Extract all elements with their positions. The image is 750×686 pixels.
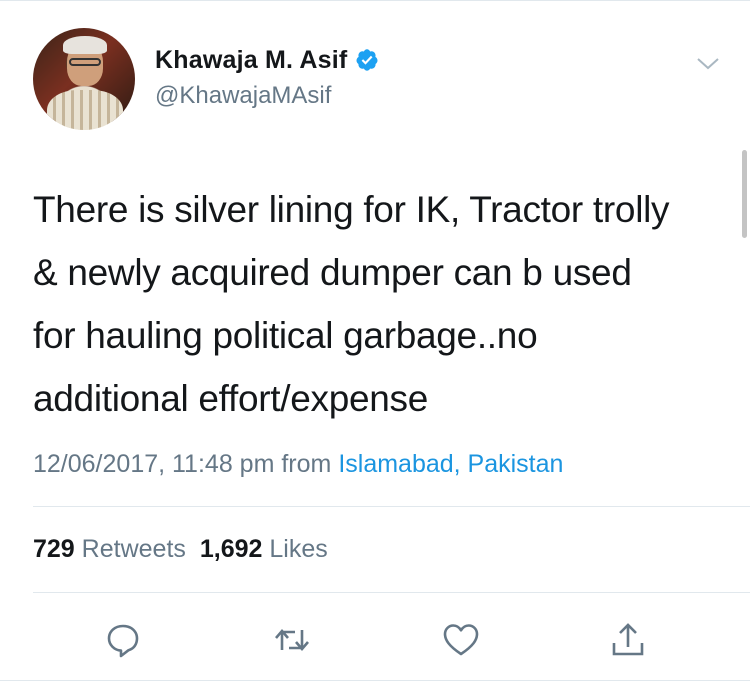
scrollbar[interactable] — [742, 150, 747, 238]
likes-count: 1,692 — [199, 535, 263, 563]
avatar-glasses — [69, 58, 101, 66]
from-label: from — [281, 450, 332, 478]
divider — [33, 506, 750, 507]
retweets-count: 729 — [33, 535, 75, 563]
location-link[interactable]: Islamabad, Pakistan — [338, 450, 563, 478]
tweet-text-line: for hauling political garbage..no — [33, 315, 538, 356]
retweets-label: Retweets — [81, 535, 186, 563]
reply-icon[interactable] — [103, 620, 143, 660]
name-row: Khawaja M. Asif — [155, 45, 379, 75]
likes-label: Likes — [269, 535, 328, 563]
bottom-border — [0, 680, 750, 681]
tweet-text-line: There is silver lining for IK, Tractor t… — [33, 189, 670, 230]
divider — [33, 592, 750, 593]
likes-stat[interactable]: 1,692 Likes — [200, 535, 328, 563]
retweets-stat[interactable]: 729 Retweets — [33, 535, 186, 563]
avatar[interactable] — [33, 28, 135, 130]
display-name[interactable]: Khawaja M. Asif — [155, 46, 347, 75]
tweet-text-line: additional effort/expense — [33, 378, 429, 419]
top-border — [0, 0, 750, 4]
avatar-hair — [63, 36, 107, 54]
timestamp[interactable]: 12/06/2017, 11:48 pm — [33, 450, 274, 478]
share-icon[interactable] — [608, 620, 648, 660]
avatar-body — [47, 90, 123, 130]
tweet-stats: 729 Retweets 1,692 Likes — [33, 535, 328, 564]
handle[interactable]: @KhawajaMAsif — [155, 82, 331, 110]
verified-badge-icon — [355, 48, 379, 72]
chevron-down-icon[interactable] — [695, 53, 721, 73]
tweet-text-line: & newly acquired dumper can b used — [33, 252, 632, 293]
heart-icon[interactable] — [441, 620, 481, 660]
retweet-icon[interactable] — [272, 620, 312, 660]
tweet-meta: 12/06/2017, 11:48 pm from Islamabad, Pak… — [33, 450, 563, 479]
tweet-text: There is silver lining for IK, Tractor t… — [33, 178, 733, 430]
